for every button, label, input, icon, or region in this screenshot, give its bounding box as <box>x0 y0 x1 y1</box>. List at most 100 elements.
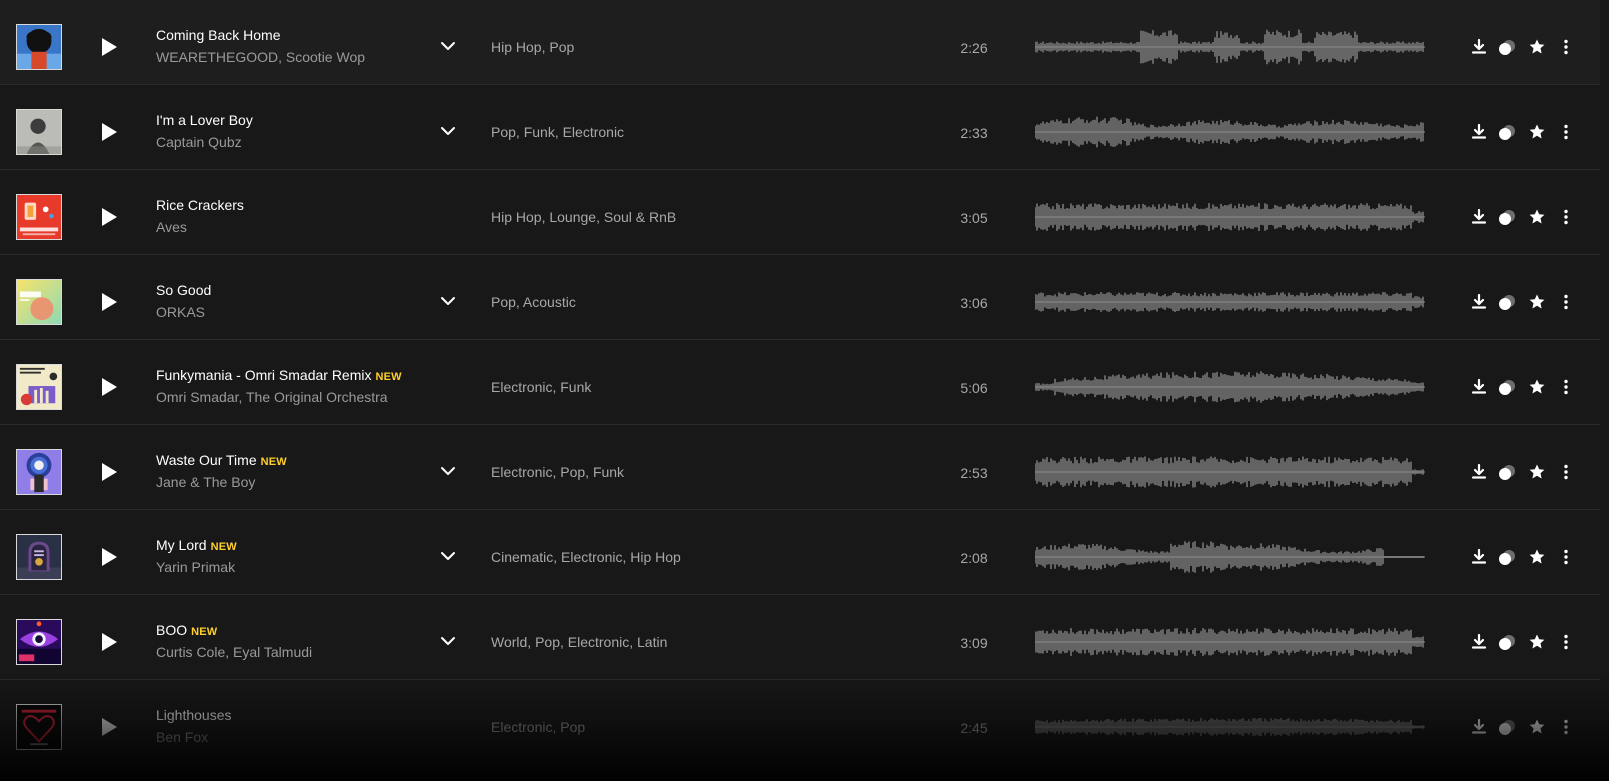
track-waveform[interactable] <box>1035 537 1425 577</box>
favorite-button[interactable] <box>1528 293 1546 311</box>
track-genres[interactable]: World, Pop, Electronic, Latin <box>491 634 667 650</box>
favorite-button[interactable] <box>1528 718 1546 736</box>
track-artists[interactable]: Jane & The Boy <box>156 474 255 490</box>
album-cover[interactable] <box>16 364 62 410</box>
track-genres[interactable]: Pop, Funk, Electronic <box>491 124 624 140</box>
album-cover[interactable] <box>16 194 62 240</box>
play-button[interactable] <box>98 206 120 228</box>
track-waveform[interactable] <box>1035 452 1425 492</box>
album-cover[interactable] <box>16 449 62 495</box>
favorite-button[interactable] <box>1528 378 1546 396</box>
expand-versions-button[interactable] <box>440 125 456 137</box>
play-button[interactable] <box>98 631 120 653</box>
play-button[interactable] <box>98 36 120 58</box>
track-row[interactable]: Lighthouses Ben Fox Electronic, Pop 2:45 <box>0 680 1600 765</box>
play-button[interactable] <box>98 376 120 398</box>
expand-versions-button[interactable] <box>440 465 456 477</box>
download-button[interactable] <box>1470 378 1488 396</box>
track-row[interactable]: I'm a Lover Boy Captain Qubz Pop, Funk, … <box>0 85 1600 170</box>
track-genres[interactable]: Hip Hop, Pop <box>491 39 574 55</box>
track-title[interactable]: Lighthouses <box>156 707 232 723</box>
favorite-button[interactable] <box>1528 548 1546 566</box>
track-waveform[interactable] <box>1035 197 1425 237</box>
album-cover[interactable] <box>16 704 62 750</box>
track-title[interactable]: Waste Our Time <box>156 452 257 468</box>
download-button[interactable] <box>1470 123 1488 141</box>
download-button[interactable] <box>1470 718 1488 736</box>
track-genres[interactable]: Electronic, Pop, Funk <box>491 464 624 480</box>
track-artists[interactable]: Captain Qubz <box>156 134 242 150</box>
track-genres[interactable]: Cinematic, Electronic, Hip Hop <box>491 549 681 565</box>
album-cover[interactable] <box>16 24 62 70</box>
similar-tracks-button[interactable] <box>1498 378 1516 396</box>
similar-tracks-button[interactable] <box>1498 293 1516 311</box>
track-genres[interactable]: Electronic, Funk <box>491 379 591 395</box>
play-button[interactable] <box>98 121 120 143</box>
similar-tracks-button[interactable] <box>1498 633 1516 651</box>
favorite-button[interactable] <box>1528 633 1546 651</box>
download-button[interactable] <box>1470 548 1488 566</box>
favorite-button[interactable] <box>1528 463 1546 481</box>
track-title[interactable]: Funkymania - Omri Smadar Remix <box>156 367 372 383</box>
download-button[interactable] <box>1470 293 1488 311</box>
download-button[interactable] <box>1470 633 1488 651</box>
track-waveform[interactable] <box>1035 707 1425 747</box>
album-cover[interactable] <box>16 279 62 325</box>
track-artists[interactable]: Curtis Cole, Eyal Talmudi <box>156 644 312 660</box>
play-button[interactable] <box>98 291 120 313</box>
play-button[interactable] <box>98 461 120 483</box>
more-options-button[interactable] <box>1557 378 1575 396</box>
track-waveform[interactable] <box>1035 282 1425 322</box>
more-options-button[interactable] <box>1557 463 1575 481</box>
more-options-button[interactable] <box>1557 548 1575 566</box>
favorite-button[interactable] <box>1528 123 1546 141</box>
track-waveform[interactable] <box>1035 27 1425 67</box>
similar-tracks-button[interactable] <box>1498 208 1516 226</box>
track-waveform[interactable] <box>1035 622 1425 662</box>
play-button[interactable] <box>98 546 120 568</box>
track-artists[interactable]: Aves <box>156 219 187 235</box>
expand-versions-button[interactable] <box>440 295 456 307</box>
track-row[interactable]: My Lord NEW Yarin Primak Cinematic, Elect… <box>0 510 1600 595</box>
track-title[interactable]: I'm a Lover Boy <box>156 112 253 128</box>
album-cover[interactable] <box>16 534 62 580</box>
track-genres[interactable]: Pop, Acoustic <box>491 294 576 310</box>
track-title[interactable]: BOO <box>156 622 187 638</box>
expand-versions-button[interactable] <box>440 40 456 52</box>
track-artists[interactable]: ORKAS <box>156 304 205 320</box>
track-genres[interactable]: Electronic, Pop <box>491 719 585 735</box>
track-row[interactable]: BOO NEW Curtis Cole, Eyal Talmudi World, … <box>0 595 1600 680</box>
track-artists[interactable]: Ben Fox <box>156 729 208 745</box>
track-genres[interactable]: Hip Hop, Lounge, Soul & RnB <box>491 209 676 225</box>
more-options-button[interactable] <box>1557 633 1575 651</box>
track-row[interactable]: Rice Crackers Aves Hip Hop, Lounge, Soul… <box>0 170 1600 255</box>
track-row[interactable]: Waste Our Time NEW Jane & The Boy Electro… <box>0 425 1600 510</box>
similar-tracks-button[interactable] <box>1498 463 1516 481</box>
track-waveform[interactable] <box>1035 112 1425 152</box>
track-title[interactable]: Coming Back Home <box>156 27 281 43</box>
favorite-button[interactable] <box>1528 208 1546 226</box>
track-artists[interactable]: Omri Smadar, The Original Orchestra <box>156 389 388 405</box>
track-title[interactable]: Rice Crackers <box>156 197 244 213</box>
track-title[interactable]: So Good <box>156 282 211 298</box>
similar-tracks-button[interactable] <box>1498 38 1516 56</box>
more-options-button[interactable] <box>1557 38 1575 56</box>
album-cover[interactable] <box>16 619 62 665</box>
similar-tracks-button[interactable] <box>1498 123 1516 141</box>
more-options-button[interactable] <box>1557 293 1575 311</box>
track-artists[interactable]: WEARETHEGOOD, Scootie Wop <box>156 49 365 65</box>
download-button[interactable] <box>1470 208 1488 226</box>
more-options-button[interactable] <box>1557 208 1575 226</box>
similar-tracks-button[interactable] <box>1498 718 1516 736</box>
track-row[interactable]: Funkymania - Omri Smadar Remix NEW Omri S… <box>0 340 1600 425</box>
favorite-button[interactable] <box>1528 38 1546 56</box>
more-options-button[interactable] <box>1557 123 1575 141</box>
track-waveform[interactable] <box>1035 367 1425 407</box>
similar-tracks-button[interactable] <box>1498 548 1516 566</box>
expand-versions-button[interactable] <box>440 550 456 562</box>
track-row[interactable]: Coming Back Home WEARETHEGOOD, Scootie W… <box>0 0 1600 85</box>
track-row[interactable]: So Good ORKAS Pop, Acoustic 3:06 <box>0 255 1600 340</box>
download-button[interactable] <box>1470 463 1488 481</box>
track-title[interactable]: My Lord <box>156 537 207 553</box>
album-cover[interactable] <box>16 109 62 155</box>
